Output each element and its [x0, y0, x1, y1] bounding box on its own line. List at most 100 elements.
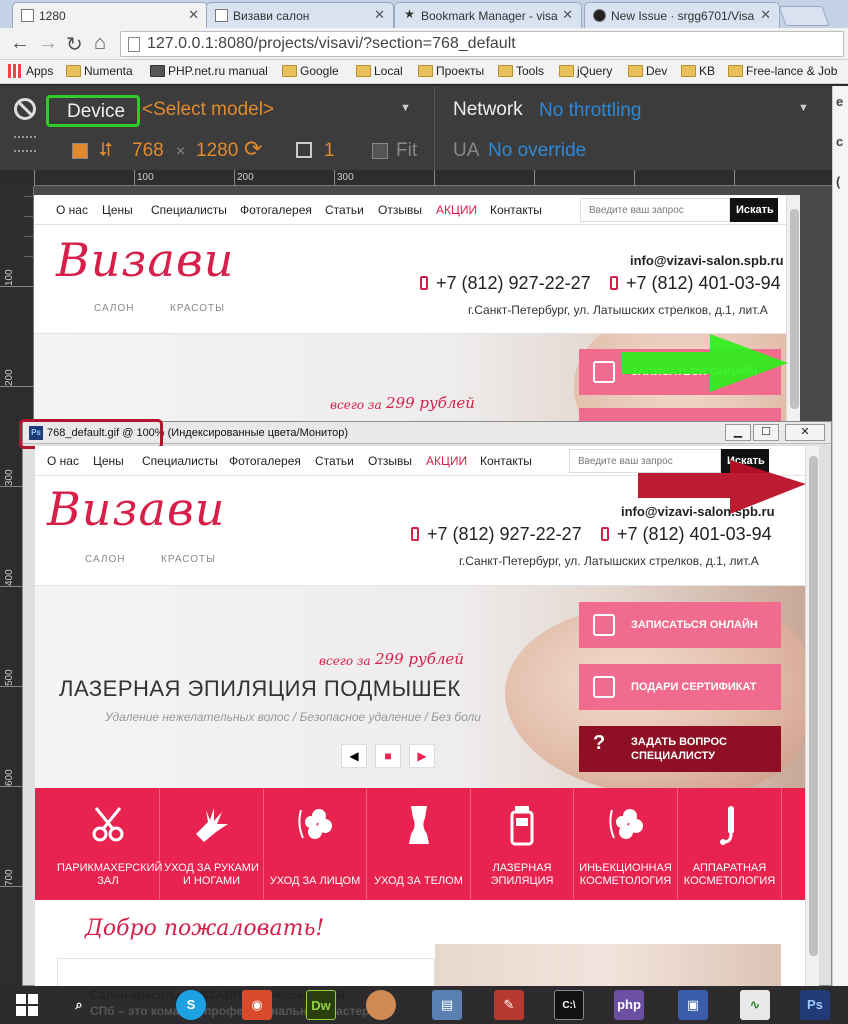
menu-item-reviews[interactable]: Отзывы — [378, 203, 422, 217]
service-face[interactable]: УХОД ЗА ЛИЦОМ — [264, 788, 367, 900]
tab-bookmark-manager[interactable]: ★ Bookmark Manager - visa ✕ — [394, 2, 582, 28]
site-logo[interactable]: Визави — [56, 233, 234, 287]
search-button[interactable]: Искать — [730, 198, 778, 222]
scrollbar-thumb[interactable] — [809, 456, 818, 956]
menu-item-sales[interactable]: АКЦИИ — [426, 454, 467, 468]
swap-dimensions-icon[interactable]: ⮃ — [98, 140, 113, 162]
slider-prev-button[interactable]: ◀ — [341, 744, 367, 768]
eye-app-icon[interactable]: ◉ — [242, 990, 272, 1020]
bookmark-item[interactable]: Dev — [628, 64, 667, 78]
scrollbar[interactable] — [805, 446, 819, 987]
disable-emulation-icon[interactable] — [14, 98, 36, 120]
reload-icon[interactable]: ↻ — [66, 32, 83, 57]
home-icon[interactable]: ⌂ — [94, 32, 106, 55]
dreamweaver-icon[interactable]: Dw — [306, 990, 336, 1020]
service-injection[interactable]: ИНЬЕКЦИОННАЯ КОСМЕТОЛОГИЯ — [574, 788, 678, 900]
rotate-icon[interactable]: ⟳ — [244, 136, 262, 162]
ruler-label: 400 — [4, 569, 15, 586]
menu-item-about[interactable]: О нас — [47, 454, 79, 468]
menu-item-articles[interactable]: Статьи — [315, 454, 354, 468]
floppy-icon[interactable]: ▣ — [678, 990, 708, 1020]
scrollbar[interactable] — [786, 195, 800, 421]
model-select[interactable]: <Select model> — [142, 99, 274, 121]
ask-specialist-button[interactable]: ? ЗАДАТЬ ВОПРОС СПЕЦИАЛИСТУ — [579, 726, 781, 772]
new-tab-button[interactable] — [778, 6, 830, 26]
menu-item-about[interactable]: О нас — [56, 203, 88, 217]
resolution-checkbox[interactable] — [72, 143, 88, 159]
bookmark-apps[interactable]: Apps — [8, 64, 53, 78]
search-icon[interactable]: ⌕ — [64, 990, 94, 1020]
slider-stop-button[interactable]: ■ — [375, 744, 401, 768]
menu-item-contacts[interactable]: Контакты — [490, 203, 542, 217]
address-bar[interactable]: 127.0.0.1:8080/projects/visavi/?section=… — [120, 31, 844, 57]
service-body[interactable]: УХОД ЗА ТЕЛОМ — [367, 788, 471, 900]
ua-field[interactable]: No override — [488, 140, 586, 162]
menu-item-articles[interactable]: Статьи — [325, 203, 364, 217]
menu-item-specialists[interactable]: Специалисты — [142, 454, 218, 468]
bookmark-item[interactable]: Tools — [498, 64, 544, 78]
maximize-button[interactable]: ☐ — [753, 424, 779, 441]
close-icon[interactable]: ✕ — [374, 7, 385, 23]
menu-item-specialists[interactable]: Специалисты — [151, 203, 227, 217]
browser-app-icon[interactable] — [366, 990, 396, 1020]
bookmark-item[interactable]: PHP.net.ru manual — [150, 64, 268, 78]
photoshop-taskbar-icon[interactable]: Ps — [800, 990, 830, 1020]
phpstorm-icon[interactable]: php — [614, 990, 644, 1020]
menu-item-reviews[interactable]: Отзывы — [368, 454, 412, 468]
bookmark-item[interactable]: Free-lance & Job — [728, 64, 837, 78]
service-manicure[interactable]: УХОД ЗА РУКАМИ И НОГАМИ — [160, 788, 264, 900]
price-prefix: всего за — [330, 398, 382, 412]
service-hair[interactable]: ПАРИКМАХЕРСКИЙ ЗАЛ — [57, 788, 162, 900]
media-query-icon[interactable] — [14, 136, 36, 152]
bookmark-item[interactable]: Проекты — [418, 64, 484, 78]
height-field[interactable]: 1280 — [196, 140, 238, 162]
site-logo[interactable]: Визави — [47, 482, 225, 536]
close-icon[interactable]: ✕ — [188, 7, 199, 23]
bookmark-item[interactable]: KB — [681, 64, 715, 78]
bookmark-item[interactable]: Numenta — [66, 64, 133, 78]
menu-item-sales[interactable]: АКЦИИ — [436, 203, 477, 217]
windows-start-icon[interactable] — [12, 990, 42, 1020]
chart-app-icon[interactable]: ∿ — [740, 990, 770, 1020]
width-field[interactable]: 768 — [132, 140, 164, 162]
site-phone-1[interactable]: +7 (812) 927-22-27 — [411, 524, 582, 545]
tab-new-issue[interactable]: New Issue · srgg6701/Visa ✕ — [584, 2, 780, 28]
site-email[interactable]: info@vizavi-salon.spb.ru — [630, 253, 784, 268]
close-icon[interactable]: ✕ — [562, 7, 573, 23]
site-phone-1[interactable]: +7 (812) 927-22-27 — [420, 273, 591, 294]
close-icon[interactable]: ✕ — [760, 7, 771, 23]
folder-icon — [66, 65, 81, 77]
tab-1280[interactable]: 1280 ✕ — [12, 2, 208, 28]
scale-field[interactable]: 1 — [324, 140, 335, 162]
bookmark-item[interactable]: Google — [282, 64, 339, 78]
bookmark-item[interactable]: Local — [356, 64, 403, 78]
search-input[interactable]: Введите ваш запрос — [580, 198, 730, 222]
service-hardware[interactable]: АППАРАТНАЯ КОСМЕТОЛОГИЯ — [678, 788, 782, 900]
back-icon[interactable]: ← — [10, 32, 30, 55]
scrollbar-thumb[interactable] — [790, 209, 799, 409]
minimize-button[interactable]: ▁ — [725, 424, 751, 441]
site-phone-2[interactable]: +7 (812) 401-03-94 — [610, 273, 781, 294]
service-laser[interactable]: ЛАЗЕРНАЯ ЭПИЛЯЦИЯ — [471, 788, 574, 900]
menu-item-gallery[interactable]: Фотогалерея — [229, 454, 301, 468]
paint-app-icon[interactable]: ✎ — [494, 990, 524, 1020]
bookmark-item[interactable]: jQuery — [559, 64, 612, 78]
menu-item-contacts[interactable]: Контакты — [480, 454, 532, 468]
menu-item-prices[interactable]: Цены — [102, 203, 133, 217]
throttling-select[interactable]: No throttling — [539, 100, 641, 122]
menu-item-prices[interactable]: Цены — [93, 454, 124, 468]
tab-visavi[interactable]: Визави салон ✕ — [206, 2, 394, 28]
site-phone-2[interactable]: +7 (812) 401-03-94 — [601, 524, 772, 545]
slider-next-button[interactable]: ▶ — [409, 744, 435, 768]
device-button[interactable]: Device — [46, 95, 140, 127]
gift-certificate-button[interactable] — [579, 408, 781, 421]
skype-icon[interactable]: S — [176, 990, 206, 1020]
forward-icon[interactable]: → — [38, 32, 58, 55]
fit-checkbox[interactable] — [372, 143, 388, 159]
book-online-button[interactable]: ЗАПИСАТЬСЯ ОНЛАЙН — [579, 602, 781, 648]
terminal-icon[interactable]: C:\ — [554, 990, 584, 1020]
menu-item-gallery[interactable]: Фотогалерея — [240, 203, 312, 217]
close-button[interactable]: ✕ — [785, 424, 825, 441]
gift-certificate-button[interactable]: ПОДАРИ СЕРТИФИКАТ — [579, 664, 781, 710]
folder-app-icon[interactable]: ▤ — [432, 990, 462, 1020]
